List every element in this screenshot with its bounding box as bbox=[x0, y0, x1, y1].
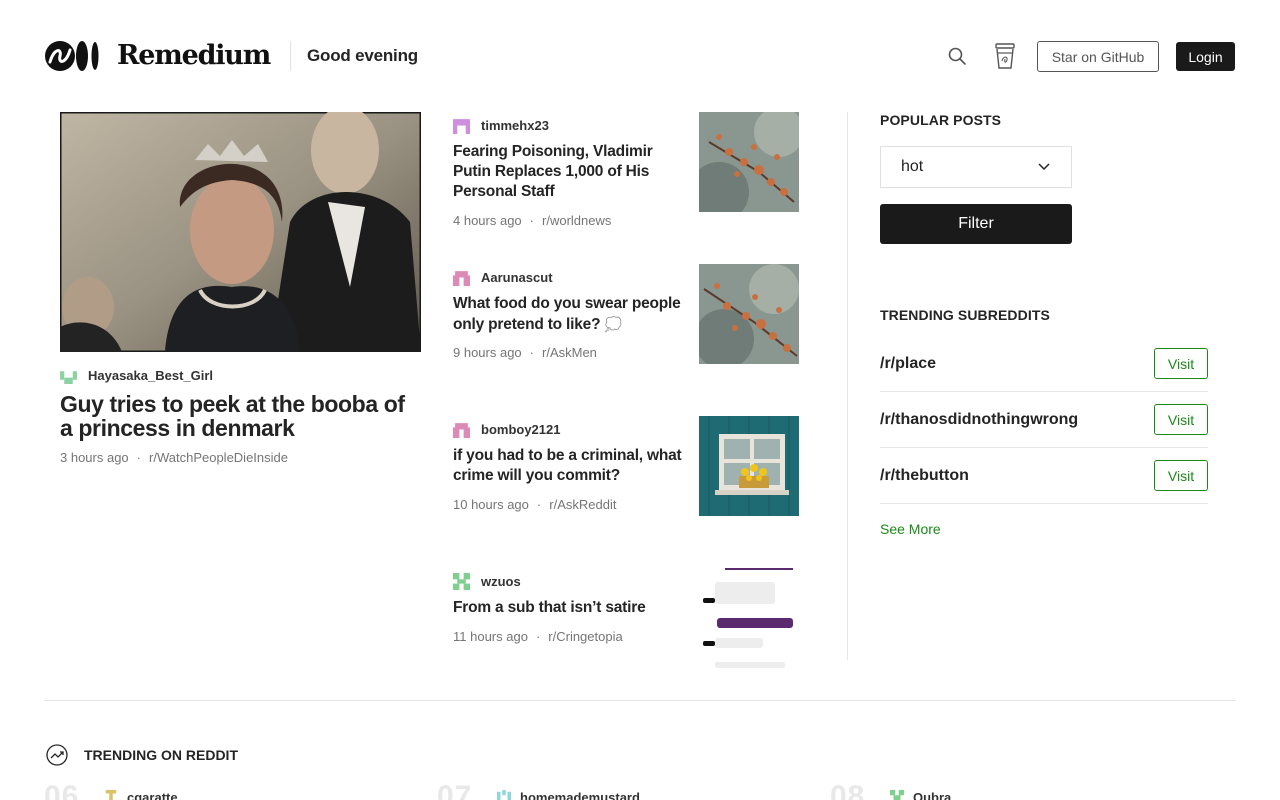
post-title[interactable]: From a sub that isn’t satire bbox=[453, 598, 685, 618]
buy-coffee-button[interactable] bbox=[992, 41, 1018, 71]
author-name[interactable]: homemademustard bbox=[520, 790, 640, 800]
chevron-down-icon bbox=[1038, 163, 1050, 171]
top-nav: Remedium Good evening Star on GitHub Log… bbox=[44, 38, 1236, 74]
meta-separator: · bbox=[529, 345, 535, 360]
post-meta: 4 hours ago · r/worldnews bbox=[453, 213, 611, 228]
trending-title: TRENDING ON REDDIT bbox=[84, 747, 238, 763]
avatar bbox=[497, 790, 511, 800]
subreddit-row: /r/thebutton Visit bbox=[880, 448, 1208, 504]
featured-post[interactable]: Hayasaka_Best_Girl Guy tries to peek at … bbox=[60, 112, 422, 465]
header-divider bbox=[290, 41, 291, 71]
search-button[interactable] bbox=[944, 43, 970, 69]
post-time: 3 hours ago bbox=[60, 450, 129, 465]
featured-author[interactable]: Hayasaka_Best_Girl bbox=[60, 366, 422, 384]
subreddit-link[interactable]: r/AskMen bbox=[542, 345, 597, 360]
post-title[interactable]: if you had to be a criminal, what crime … bbox=[453, 446, 685, 486]
logo-icon[interactable] bbox=[44, 40, 100, 72]
post-meta: 9 hours ago · r/AskMen bbox=[453, 345, 597, 360]
visit-button[interactable]: Visit bbox=[1154, 348, 1208, 379]
author-name[interactable]: bomboy2121 bbox=[481, 422, 560, 437]
section-divider bbox=[44, 700, 1236, 701]
post-meta: 3 hours ago · r/WatchPeopleDieInside bbox=[60, 450, 422, 465]
subreddit-link[interactable]: r/AskReddit bbox=[549, 497, 616, 512]
sidebar: POPULAR POSTS hot Filter TRENDING SUBRED… bbox=[880, 112, 1208, 539]
author-name[interactable]: Aarunascut bbox=[481, 270, 553, 285]
author-name[interactable]: Hayasaka_Best_Girl bbox=[88, 368, 213, 383]
list-item[interactable]: bomboy2121 if you had to be a criminal, … bbox=[453, 416, 799, 568]
subreddit-name[interactable]: /r/thanosdidnothingwrong bbox=[880, 411, 1078, 429]
subreddit-name[interactable]: /r/thebutton bbox=[880, 467, 969, 485]
search-icon bbox=[948, 47, 966, 65]
subreddit-link[interactable]: r/worldnews bbox=[542, 213, 611, 228]
subreddit-name[interactable]: /r/place bbox=[880, 355, 936, 373]
list-item[interactable]: timmehx23 Fearing Poisoning, Vladimir Pu… bbox=[453, 112, 799, 264]
meta-separator: · bbox=[536, 497, 542, 512]
post-meta: 11 hours ago · r/Cringetopia bbox=[453, 629, 623, 644]
avatar bbox=[105, 790, 117, 800]
avatar bbox=[453, 422, 470, 438]
trending-subreddits-heading: TRENDING SUBREDDITS bbox=[880, 307, 1050, 323]
visit-button[interactable]: Visit bbox=[1154, 460, 1208, 491]
post-list: timmehx23 Fearing Poisoning, Vladimir Pu… bbox=[453, 112, 799, 720]
author-name[interactable]: cgaratte bbox=[127, 790, 178, 800]
star-on-github-button[interactable]: Star on GitHub bbox=[1037, 41, 1159, 72]
sort-select[interactable]: hot bbox=[880, 146, 1072, 188]
post-author[interactable]: Aarunascut bbox=[453, 268, 553, 286]
post-meta: 10 hours ago · r/AskReddit bbox=[453, 497, 616, 512]
filter-button[interactable]: Filter bbox=[880, 204, 1072, 244]
post-title[interactable]: Fearing Poisoning, Vladimir Putin Replac… bbox=[453, 142, 685, 202]
post-time: 4 hours ago bbox=[453, 213, 522, 228]
post-thumbnail[interactable] bbox=[699, 264, 799, 364]
avatar bbox=[60, 370, 77, 384]
subreddit-link[interactable]: r/Cringetopia bbox=[548, 629, 622, 644]
column-divider bbox=[847, 112, 848, 660]
post-time: 10 hours ago bbox=[453, 497, 529, 512]
post-title[interactable]: What food do you swear people only prete… bbox=[453, 294, 685, 335]
see-more-link[interactable]: See More bbox=[880, 521, 941, 537]
thought-bubble-icon: 💭 bbox=[604, 316, 622, 332]
post-thumbnail[interactable] bbox=[699, 112, 799, 212]
trending-header: TRENDING ON REDDIT bbox=[46, 744, 238, 766]
trending-number: 06 bbox=[44, 780, 80, 800]
post-author[interactable]: timmehx23 bbox=[453, 116, 549, 134]
list-item[interactable]: wzuos From a sub that isn’t satire 11 ho… bbox=[453, 568, 799, 720]
meta-separator: · bbox=[529, 213, 535, 228]
post-author[interactable]: wzuos bbox=[453, 572, 521, 590]
greeting: Good evening bbox=[307, 46, 418, 65]
trending-number: 07 bbox=[437, 780, 473, 800]
visit-button[interactable]: Visit bbox=[1154, 404, 1208, 435]
featured-image[interactable] bbox=[60, 112, 421, 352]
subreddit-link[interactable]: r/WatchPeopleDieInside bbox=[149, 450, 288, 465]
popular-posts-heading: POPULAR POSTS bbox=[880, 112, 1002, 128]
subreddit-list: /r/place Visit /r/thanosdidnothingwrong … bbox=[880, 336, 1208, 504]
avatar bbox=[890, 790, 904, 800]
list-item[interactable]: Aarunascut What food do you swear people… bbox=[453, 264, 799, 416]
meta-separator: · bbox=[136, 450, 142, 465]
author-name[interactable]: Oubra bbox=[913, 790, 951, 800]
post-time: 11 hours ago bbox=[453, 629, 528, 644]
avatar bbox=[453, 118, 470, 134]
login-button[interactable]: Login bbox=[1176, 42, 1235, 71]
trending-icon bbox=[46, 744, 68, 766]
brand-name[interactable]: Remedium bbox=[117, 38, 271, 74]
post-thumbnail[interactable] bbox=[699, 416, 799, 516]
avatar bbox=[453, 572, 470, 590]
post-author[interactable]: bomboy2121 bbox=[453, 420, 560, 438]
author-name[interactable]: timmehx23 bbox=[481, 118, 549, 133]
subreddit-row: /r/thanosdidnothingwrong Visit bbox=[880, 392, 1208, 448]
coffee-cup-icon bbox=[995, 43, 1015, 69]
subreddit-row: /r/place Visit bbox=[880, 336, 1208, 392]
post-title-text: What food do you swear people only prete… bbox=[453, 295, 681, 333]
author-name[interactable]: wzuos bbox=[481, 574, 521, 589]
featured-title[interactable]: Guy tries to peek at the booba of a prin… bbox=[60, 392, 422, 440]
sort-select-value: hot bbox=[901, 158, 924, 175]
avatar bbox=[453, 270, 470, 286]
meta-separator: · bbox=[535, 629, 541, 644]
post-thumbnail[interactable] bbox=[699, 568, 799, 668]
post-time: 9 hours ago bbox=[453, 345, 522, 360]
trending-number: 08 bbox=[830, 780, 866, 800]
